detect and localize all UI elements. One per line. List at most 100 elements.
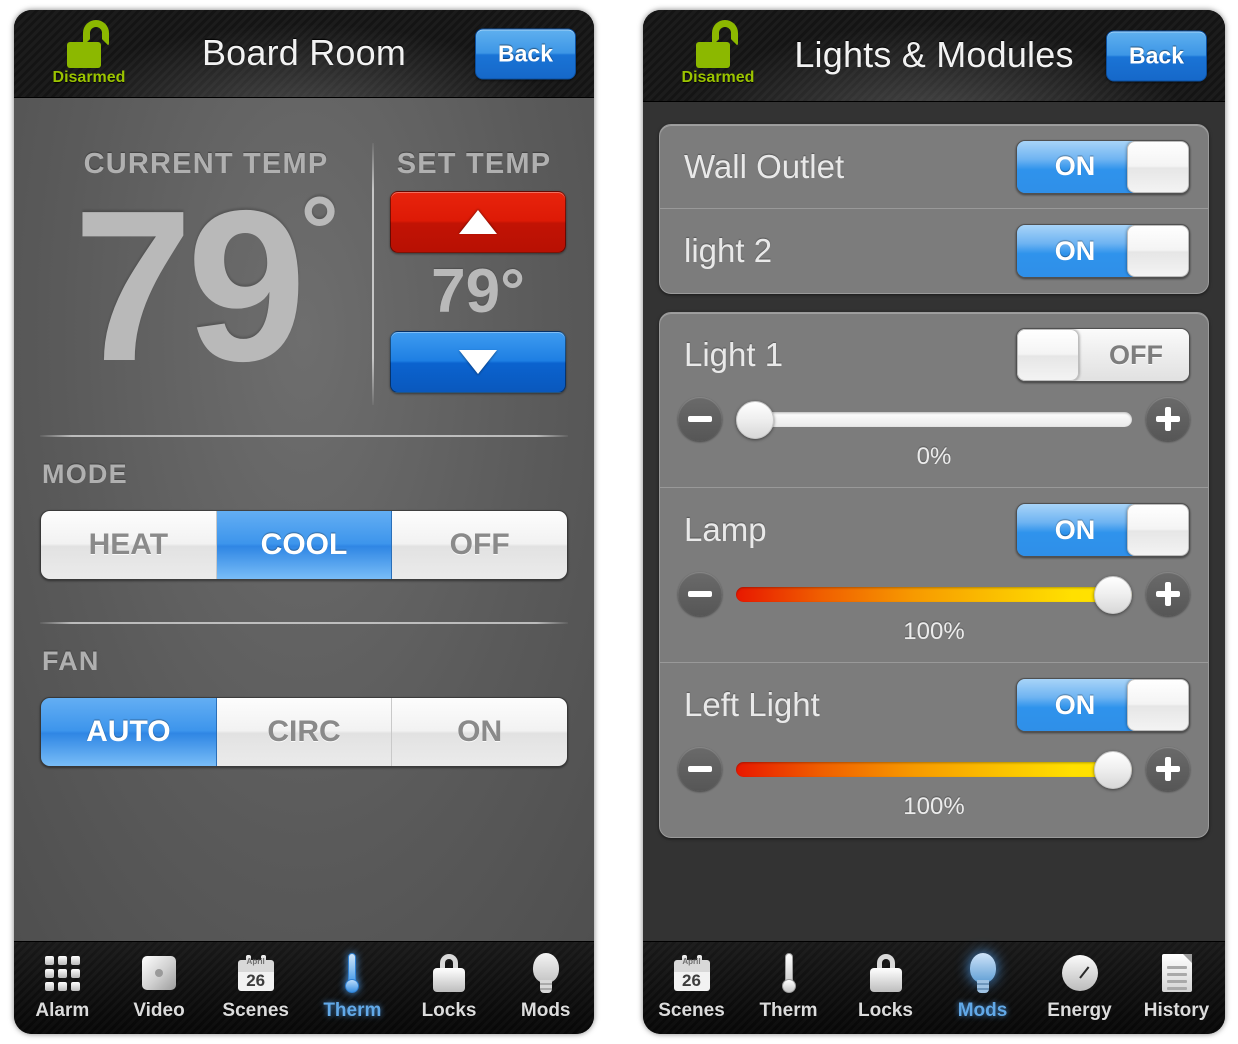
tab-scenes[interactable]: 26 April Scenes (207, 950, 304, 1022)
dimmer-row: Light 1 OFF 0% (660, 313, 1208, 488)
plus-icon[interactable] (1146, 572, 1190, 616)
tab-icon: 26 April (673, 950, 710, 996)
dual-phone-screenshot: Disarmed Board Room Back CURRENT TEMP SE… (0, 0, 1238, 1044)
left-back-button[interactable]: Back (475, 28, 576, 79)
toggle-knob[interactable] (1127, 679, 1189, 731)
switches-card: Wall Outlet ON light 2 ON (659, 124, 1209, 294)
mode-label: MODE (42, 459, 128, 489)
tab-locks[interactable]: Locks (401, 950, 498, 1022)
minus-icon[interactable] (678, 572, 722, 616)
temp-up-button[interactable] (390, 191, 566, 253)
current-temp-number: 79 (73, 165, 306, 406)
mode-segmented-control[interactable]: HEAT COOL OFF (40, 510, 568, 580)
minus-icon[interactable] (678, 397, 722, 441)
left-title-bar: Disarmed Board Room Back (14, 10, 594, 98)
calendar-icon: 26 April (237, 955, 274, 991)
switch-row: light 2 ON (660, 209, 1208, 293)
mode-option-off[interactable]: OFF (392, 511, 567, 579)
tab-label: Locks (421, 1000, 477, 1021)
mode-option-heat[interactable]: HEAT (41, 511, 217, 579)
tab-label: Scenes (222, 1000, 289, 1021)
switch-name: light 2 (684, 232, 773, 269)
tab-therm[interactable]: Therm (740, 950, 837, 1022)
tab-icon (968, 950, 998, 996)
degree-symbol: ° (300, 177, 339, 284)
tab-scenes[interactable]: 26 April Scenes (643, 950, 740, 1022)
toggle-state-label: ON (1017, 140, 1133, 193)
right-back-button[interactable]: Back (1106, 30, 1207, 81)
left-tab-bar[interactable]: Alarm Video 26 April Scenes Therm Locks Mods (14, 941, 594, 1034)
tab-mods[interactable]: Mods (497, 950, 594, 1022)
tab-history[interactable]: History (1128, 950, 1225, 1022)
tab-mods[interactable]: Mods (934, 950, 1031, 1022)
switch-row: Wall Outlet ON (660, 125, 1208, 209)
tab-video[interactable]: Video (111, 950, 208, 1022)
right-tab-bar[interactable]: 26 April Scenes Therm Locks Mods Energy History (643, 941, 1225, 1034)
camera-icon (142, 956, 176, 990)
dimmer-toggle[interactable]: OFF (1016, 328, 1190, 382)
mode-option-cool[interactable]: COOL (216, 511, 393, 579)
tab-label: Energy (1047, 1000, 1112, 1021)
switch-toggle[interactable]: ON (1016, 224, 1190, 278)
temp-down-button[interactable] (390, 331, 566, 393)
switch-name: Wall Outlet (684, 147, 845, 185)
set-temp-label: SET TEMP (396, 148, 552, 180)
dimmer-slider-row (678, 743, 1190, 791)
tab-label: History (1143, 1000, 1210, 1021)
calendar-icon: 26 April (673, 955, 710, 991)
tab-icon (142, 950, 176, 996)
dimmer-slider[interactable] (736, 572, 1132, 616)
dimmer-name: Lamp (684, 511, 767, 548)
tab-icon (1061, 950, 1098, 996)
temp-row: 79° 79° (36, 143, 572, 405)
dimmer-name: Left Light (684, 686, 820, 723)
tab-icon (44, 950, 80, 996)
dimmer-slider[interactable] (736, 747, 1132, 791)
slider-track (736, 587, 1132, 602)
dimmer-toggle[interactable]: ON (1016, 503, 1190, 557)
tab-locks[interactable]: Locks (837, 950, 934, 1022)
dimmer-slider-row (678, 393, 1190, 441)
plus-icon[interactable] (1146, 747, 1190, 791)
fan-label: FAN (42, 646, 100, 676)
dimmer-slider[interactable] (736, 397, 1132, 441)
lights-modules-screen: Wall Outlet ON light 2 ON Light 1 OFF 0% Lamp O… (643, 102, 1225, 941)
toggle-knob[interactable] (1127, 140, 1189, 193)
tab-label: Mods (520, 1000, 571, 1021)
fan-segmented-control[interactable]: AUTO CIRC ON (40, 697, 568, 767)
dimmer-toggle[interactable]: ON (1016, 678, 1190, 732)
dimmer-header: Left Light ON (678, 667, 1190, 743)
toggle-knob[interactable] (1127, 225, 1189, 277)
fan-option-on[interactable]: ON (392, 698, 567, 766)
dimmer-row: Left Light ON 100% (660, 663, 1208, 837)
current-temp-value: 79° (36, 178, 376, 393)
tab-icon (1161, 950, 1192, 996)
set-temp-controls: 79° (376, 181, 572, 393)
fan-option-circ[interactable]: CIRC (216, 698, 393, 766)
tab-icon: 26 April (237, 950, 274, 996)
tab-therm[interactable]: Therm (304, 950, 401, 1022)
toggle-state-label: ON (1017, 504, 1133, 556)
dimmer-header: Light 1 OFF (678, 317, 1190, 393)
minus-icon[interactable] (678, 747, 722, 791)
switch-toggle[interactable]: ON (1016, 139, 1190, 194)
slider-knob[interactable] (1094, 576, 1132, 614)
dimmer-percent: 100% (903, 618, 965, 645)
dimmer-row: Lamp ON 100% (660, 488, 1208, 663)
tab-label: Mods (957, 1000, 1008, 1021)
triangle-down-icon (459, 350, 497, 374)
tab-alarm[interactable]: Alarm (14, 950, 111, 1022)
tab-label: Scenes (658, 1000, 725, 1021)
toggle-knob[interactable] (1127, 504, 1189, 556)
lightbulb-icon (531, 953, 561, 993)
plus-icon[interactable] (1146, 397, 1190, 441)
triangle-up-icon (459, 210, 497, 234)
slider-knob[interactable] (1094, 751, 1132, 789)
slider-knob[interactable] (736, 401, 774, 439)
tab-label: Therm (759, 1000, 818, 1021)
toggle-knob[interactable] (1017, 329, 1079, 381)
tab-energy[interactable]: Energy (1031, 950, 1128, 1022)
fan-option-auto[interactable]: AUTO (41, 698, 217, 766)
gauge-icon (1061, 955, 1098, 991)
tab-label: Video (133, 1000, 185, 1021)
